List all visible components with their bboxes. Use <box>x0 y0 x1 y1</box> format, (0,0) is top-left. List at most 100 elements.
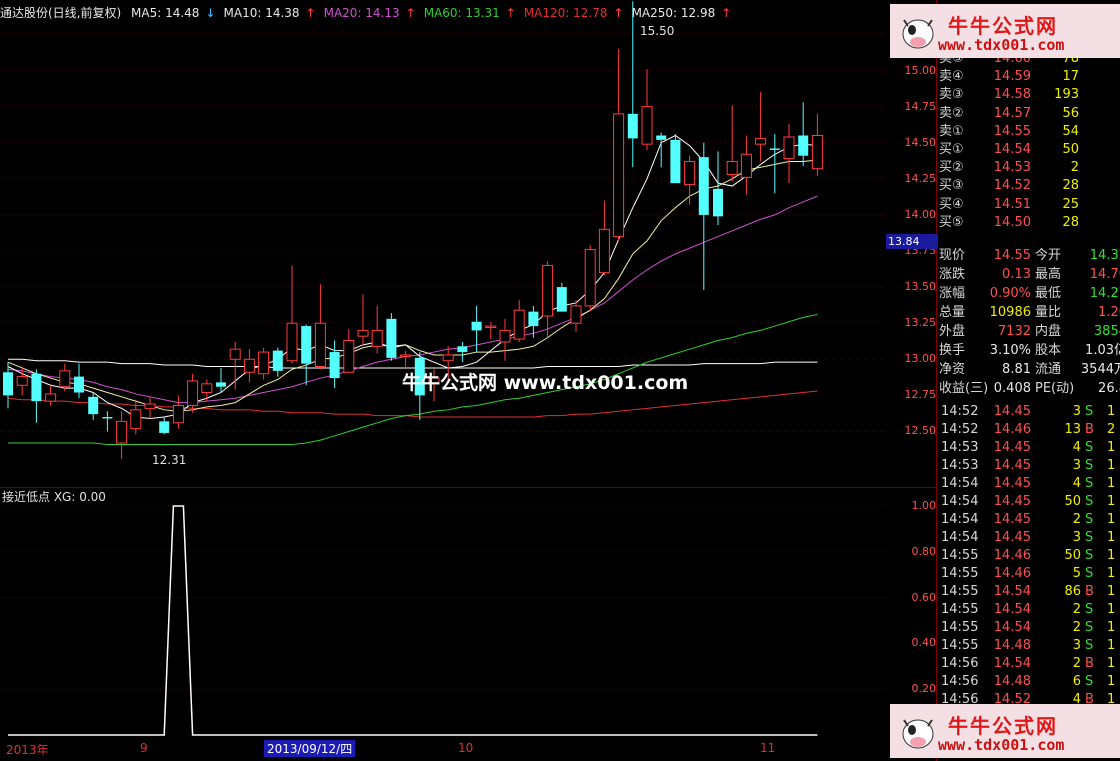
candle-body <box>258 351 270 375</box>
candle-body <box>713 188 723 217</box>
legend-arrow-icon: ↓ <box>205 6 216 20</box>
candle-body <box>343 340 355 373</box>
tick-price: 14.45 <box>993 440 1031 455</box>
brand-logo-bottom: 牛牛公式网 www.tdx001.com <box>890 704 1120 758</box>
price-axis-tick: 15.00 <box>904 63 937 77</box>
candle-body <box>201 383 213 393</box>
stat-value: 3854 <box>1093 324 1120 339</box>
tick-side: S <box>1085 530 1094 545</box>
tick-count: 1 <box>1107 476 1116 491</box>
candle-body <box>371 329 383 347</box>
candle-body <box>74 376 84 393</box>
stat-label: 外盘 <box>939 324 966 339</box>
price-axis-tick: 14.00 <box>904 207 937 221</box>
candle-body <box>726 160 738 175</box>
tick-volume: 50 <box>1064 548 1081 563</box>
candle-body <box>641 106 653 145</box>
level-volume: 2 <box>1070 160 1079 176</box>
candle-body <box>386 318 397 358</box>
stat-label: 最高 <box>1035 267 1062 282</box>
tick-count: 2 <box>1107 422 1116 437</box>
tick-side: B <box>1085 584 1094 599</box>
tick-count: 1 <box>1107 674 1116 689</box>
candle-body <box>314 322 326 367</box>
tick-count: 1 <box>1107 584 1116 599</box>
stat-label: 涨幅 <box>939 286 966 301</box>
candle-body <box>670 139 681 184</box>
price-axis-tick: 14.75 <box>904 99 937 113</box>
x-axis-label-10: 10 <box>458 741 474 755</box>
level-volume: 50 <box>1062 142 1079 157</box>
tick-time: 14:54 <box>941 494 979 509</box>
ma250-line <box>8 358 818 369</box>
indicator-title: 接近低点 XG: 0.00 <box>2 490 106 504</box>
candle-body <box>159 421 170 433</box>
indicator-axis-tick: 0.80 <box>911 544 937 558</box>
tick-time: 14:54 <box>941 512 979 527</box>
candle-body <box>59 370 71 388</box>
tick-time: 14:55 <box>941 602 979 617</box>
current-price-tag: 13.84 <box>886 234 938 249</box>
candle-body <box>229 348 241 360</box>
tick-time: 14:52 <box>941 404 979 419</box>
tick-volume: 2 <box>1072 602 1081 617</box>
stat-value: 3.10% <box>989 343 1031 358</box>
stat-label: 股本 <box>1035 343 1062 358</box>
tick-count: 1 <box>1107 530 1116 545</box>
legend-ma-2: MA20: 14.13 <box>323 6 400 20</box>
tick-side: B <box>1085 422 1094 437</box>
legend-arrow-icon: ↑ <box>613 6 624 20</box>
price-axis-tick: 14.25 <box>904 171 937 185</box>
level-label: 卖③ <box>939 87 964 103</box>
stat-label: 内盘 <box>1035 324 1062 339</box>
candle-body <box>556 287 567 312</box>
tick-side: S <box>1085 476 1094 491</box>
tick-volume: 2 <box>1072 656 1081 671</box>
candle-body <box>656 135 667 140</box>
candle-body <box>584 249 596 307</box>
tick-side: S <box>1085 458 1094 473</box>
candle-body <box>31 373 42 402</box>
candle-body <box>471 321 482 331</box>
candle-body <box>187 380 199 406</box>
candle-body <box>798 135 809 156</box>
tick-time: 14:54 <box>941 530 979 545</box>
tick-time: 14:52 <box>941 422 979 437</box>
candle-body <box>301 326 312 364</box>
tick-volume: 3 <box>1072 404 1081 419</box>
x-axis-label-year: 2013年 <box>6 743 49 757</box>
x-axis-label-11: 11 <box>760 741 776 755</box>
price-axis-tick: 13.25 <box>904 316 937 330</box>
level-volume: 56 <box>1062 105 1079 121</box>
stat-value: 26.8 <box>1098 381 1120 396</box>
low-annotation: 12.31 <box>152 453 187 467</box>
candle-body <box>528 311 539 327</box>
candle-body <box>740 153 752 178</box>
stat-label: 换手 <box>939 343 966 358</box>
legend-arrow-icon: ↑ <box>405 6 416 20</box>
candle-body <box>88 396 99 415</box>
stat-label: 流通 <box>1035 362 1062 377</box>
tick-count: 1 <box>1107 458 1116 473</box>
candle-body <box>286 322 298 362</box>
tick-volume: 3 <box>1072 530 1081 545</box>
candle-body <box>811 135 823 170</box>
tick-volume: 5 <box>1072 566 1081 581</box>
tick-count: 1 <box>1107 656 1116 671</box>
level-volume: 17 <box>1062 69 1079 85</box>
candle-body <box>598 228 610 274</box>
level-price: 14.51 <box>993 196 1031 212</box>
candle-body <box>130 409 142 430</box>
tick-volume: 3 <box>1072 638 1081 653</box>
legend-arrow-icon: ↑ <box>721 6 732 20</box>
stat-value: 0.408 <box>993 381 1031 396</box>
tick-count: 1 <box>1107 494 1116 509</box>
tick-price: 14.45 <box>993 494 1031 509</box>
level-label: 买③ <box>939 178 964 194</box>
candle-body <box>400 354 412 357</box>
tick-side: S <box>1085 566 1094 581</box>
level-price: 14.58 <box>993 87 1031 103</box>
stat-value: 0.90% <box>989 286 1031 301</box>
legend-ma-5: MA250: 12.98 <box>631 6 716 20</box>
level-volume: 54 <box>1062 123 1079 139</box>
